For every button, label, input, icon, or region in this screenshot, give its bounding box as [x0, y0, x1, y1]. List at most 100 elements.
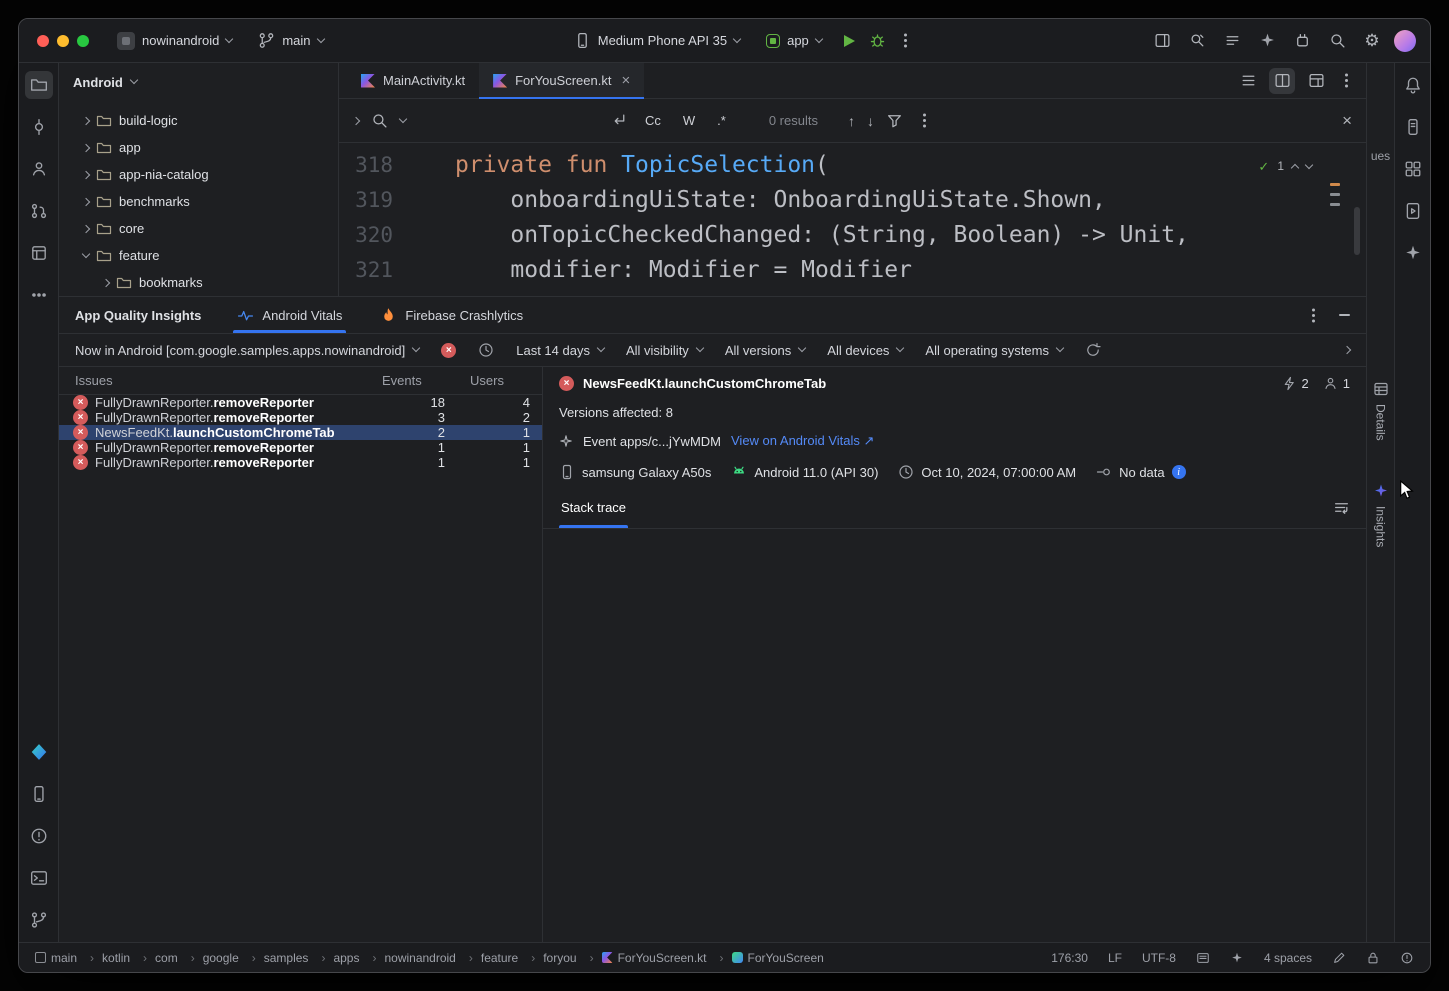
caret-position[interactable]: 176:30: [1051, 951, 1088, 965]
fatal-issues-filter-icon[interactable]: ×: [441, 343, 456, 358]
search-mode-chevron[interactable]: [399, 114, 407, 122]
issue-row[interactable]: × FullyDrawnReporter.removeReporter 18 4: [59, 395, 542, 410]
tree-expand-chevron[interactable]: [82, 249, 90, 257]
app-quality-insights-icon[interactable]: [25, 738, 53, 766]
reader-mode-icon[interactable]: [1196, 951, 1210, 965]
code-editor[interactable]: 318 private fun TopicSelection( 319 onbo…: [339, 143, 1366, 296]
device-selector[interactable]: Medium Phone API 35: [566, 28, 748, 53]
close-search-icon[interactable]: ×: [1342, 111, 1352, 131]
info-icon[interactable]: i: [1172, 465, 1186, 479]
terminal-icon[interactable]: [25, 864, 53, 892]
editor-layout-icon[interactable]: [1303, 68, 1329, 94]
stack-trace[interactable]: [543, 529, 1366, 942]
editor-scrollbar[interactable]: [1354, 207, 1360, 255]
breadcrumb-item[interactable]: foryou: [543, 951, 601, 965]
pull-requests-icon[interactable]: [25, 197, 53, 225]
gemini-icon[interactable]: [1399, 239, 1427, 267]
close-window-button[interactable]: [37, 35, 49, 47]
scroll-filters-icon[interactable]: [1343, 346, 1351, 354]
project-tree-item[interactable]: core: [59, 215, 338, 242]
maximize-window-button[interactable]: [77, 35, 89, 47]
words-toggle[interactable]: W: [678, 110, 700, 131]
expand-search-icon[interactable]: [352, 116, 360, 124]
app-filter[interactable]: Now in Android [com.google.samples.apps.…: [75, 343, 419, 358]
branch-selector[interactable]: main: [250, 28, 331, 53]
search-replace-icon[interactable]: [1184, 28, 1210, 54]
tree-expand-chevron[interactable]: [82, 170, 90, 178]
project-tree-item[interactable]: bookmarks: [59, 269, 338, 296]
hide-panel-icon[interactable]: [1339, 314, 1350, 316]
notifications-icon[interactable]: [1399, 71, 1427, 99]
tree-expand-chevron[interactable]: [82, 197, 90, 205]
issue-row[interactable]: × FullyDrawnReporter.removeReporter 1 1: [59, 455, 542, 470]
project-tree-item[interactable]: benchmarks: [59, 188, 338, 215]
time-range-filter[interactable]: Last 14 days: [516, 343, 604, 358]
filter-search-icon[interactable]: [886, 112, 903, 129]
tree-expand-chevron[interactable]: [82, 224, 90, 232]
file-structure-icon[interactable]: [1235, 68, 1261, 94]
next-problem-icon[interactable]: [1305, 160, 1313, 168]
tree-expand-chevron[interactable]: [82, 116, 90, 124]
problems-icon[interactable]: [25, 822, 53, 850]
breadcrumb-item[interactable]: com: [155, 951, 203, 965]
more-search-options-icon[interactable]: [923, 119, 926, 122]
editor-tab-foryouscreen[interactable]: ForYouScreen.kt ×: [479, 63, 644, 98]
breadcrumb-item[interactable]: apps: [333, 951, 384, 965]
minimize-window-button[interactable]: [57, 35, 69, 47]
project-tool-icon[interactable]: [25, 71, 53, 99]
project-view-selector[interactable]: Android: [59, 63, 338, 101]
tab-details[interactable]: Details: [1373, 373, 1389, 449]
plugins-icon[interactable]: [1289, 28, 1315, 54]
multiline-search-icon[interactable]: [611, 112, 628, 129]
indent-selector[interactable]: 4 spaces: [1264, 951, 1312, 965]
breadcrumb-item[interactable]: ForYouScreen.kt: [602, 951, 732, 965]
tool-windows-icon[interactable]: [1149, 28, 1175, 54]
prev-problem-icon[interactable]: [1291, 163, 1299, 171]
tab-firebase-crashlytics[interactable]: Firebase Crashlytics: [376, 297, 527, 333]
more-options-icon[interactable]: [1345, 79, 1348, 82]
close-tab-icon[interactable]: ×: [621, 72, 630, 89]
project-tree-item[interactable]: app: [59, 134, 338, 161]
devices-filter[interactable]: All devices: [827, 343, 903, 358]
tab-android-vitals[interactable]: Android Vitals: [233, 297, 346, 333]
editor-tab-mainactivity[interactable]: MainActivity.kt ×: [347, 63, 479, 98]
project-tree-item[interactable]: app-nia-catalog: [59, 161, 338, 188]
inspection-widget[interactable]: ✓ 1: [1258, 149, 1312, 184]
ai-assistant-icon[interactable]: [1254, 28, 1280, 54]
issue-row[interactable]: × FullyDrawnReporter.removeReporter 1 1: [59, 440, 542, 455]
regex-toggle[interactable]: .*: [712, 110, 731, 131]
device-manager-icon[interactable]: [25, 780, 53, 808]
file-encoding[interactable]: UTF-8: [1142, 951, 1176, 965]
breadcrumb-item[interactable]: feature: [481, 951, 543, 965]
os-filter[interactable]: All operating systems: [925, 343, 1063, 358]
view-on-vitals-link[interactable]: View on Android Vitals ↗: [731, 433, 874, 449]
settings-gear-icon[interactable]: ⚙: [1359, 28, 1385, 54]
tree-expand-chevron[interactable]: [102, 278, 110, 286]
commit-tool-icon[interactable]: [25, 113, 53, 141]
tab-stack-trace[interactable]: Stack trace: [559, 487, 628, 528]
ai-status-icon[interactable]: [1230, 951, 1244, 965]
more-run-options-icon[interactable]: [904, 39, 907, 42]
breadcrumb-item[interactable]: nowinandroid: [384, 951, 480, 965]
layout-inspector-icon[interactable]: [1399, 155, 1427, 183]
split-editor-icon[interactable]: [1269, 68, 1295, 94]
user-avatar[interactable]: [1394, 30, 1416, 52]
versions-filter[interactable]: All versions: [725, 343, 805, 358]
device-explorer-icon[interactable]: [1399, 113, 1427, 141]
breadcrumb-item[interactable]: ForYouScreen: [732, 951, 824, 965]
search-icon[interactable]: [1324, 28, 1350, 54]
version-control-icon[interactable]: [25, 906, 53, 934]
project-tree-item[interactable]: feature: [59, 242, 338, 269]
more-options-icon[interactable]: [1312, 314, 1315, 317]
breadcrumb-item[interactable]: google: [203, 951, 264, 965]
next-match-icon[interactable]: ↓: [867, 113, 874, 129]
inspection-status-icon[interactable]: [1400, 951, 1414, 965]
run-button[interactable]: [844, 35, 855, 47]
match-case-toggle[interactable]: Cc: [640, 110, 666, 131]
anr-time-filter-icon[interactable]: [478, 342, 494, 358]
debug-button[interactable]: [869, 32, 886, 49]
todo-list-icon[interactable]: [1219, 28, 1245, 54]
read-only-lock-icon[interactable]: [1366, 951, 1380, 965]
prev-match-icon[interactable]: ↑: [848, 113, 855, 129]
visibility-filter[interactable]: All visibility: [626, 343, 703, 358]
